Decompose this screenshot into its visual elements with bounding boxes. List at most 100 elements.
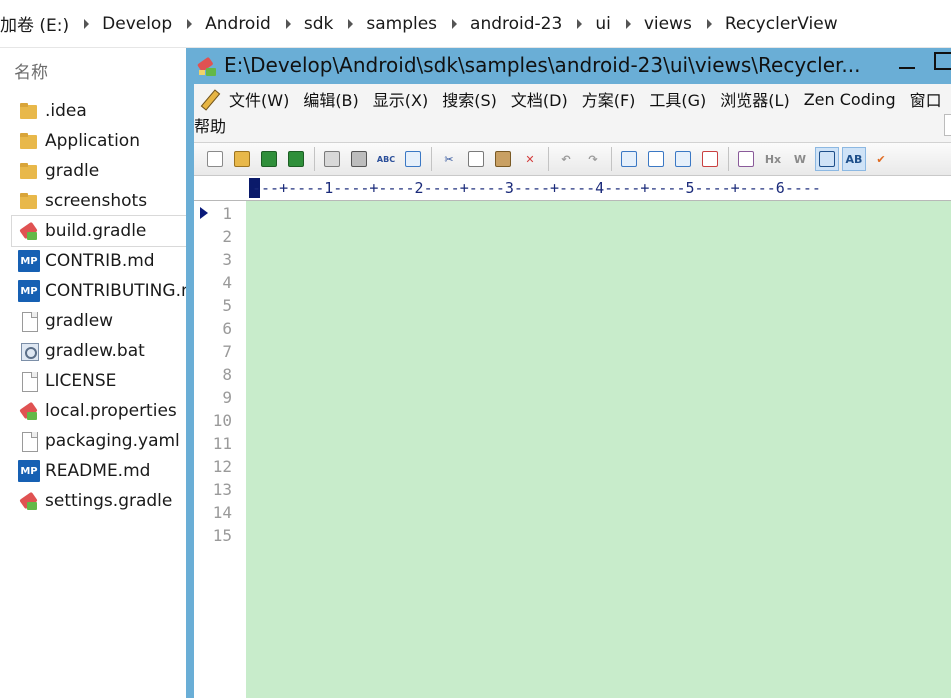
breadcrumb-chevron-icon[interactable] [348, 18, 354, 29]
editplus-app-icon [197, 57, 216, 76]
open-folder-icon[interactable] [231, 148, 253, 170]
file-name: gradlew.bat [45, 341, 145, 361]
save-all-glyph [288, 151, 304, 167]
paste-icon[interactable] [492, 148, 514, 170]
file-row[interactable]: build.gradle [11, 215, 186, 247]
file-row[interactable]: Application [12, 126, 186, 156]
breadcrumb-item-label: sdk [303, 13, 334, 34]
goto-line-icon[interactable] [699, 148, 721, 170]
menu-item[interactable]: 编辑(B) [296, 87, 365, 111]
paste-glyph [495, 151, 511, 167]
file-row[interactable]: packaging.yaml [12, 426, 186, 456]
breadcrumb-chevron-icon[interactable] [625, 18, 631, 29]
maximize-button[interactable] [934, 52, 951, 70]
line-number: 2 [222, 227, 232, 246]
menu-item[interactable]: 工具(G) [642, 87, 713, 111]
breadcrumb-chevron-icon[interactable] [706, 18, 712, 29]
copy-icon[interactable] [465, 148, 487, 170]
column-header-name[interactable]: 名称 [14, 58, 48, 83]
delete-icon[interactable]: ✕ [519, 148, 541, 170]
minimize-button[interactable] [897, 56, 917, 76]
file-row[interactable]: MP CONTRIB.md [12, 246, 186, 276]
menu-row-2: 帮助 [194, 113, 233, 137]
menu-item[interactable]: 搜索(S) [435, 87, 504, 111]
breadcrumb-item-label: android-23 [470, 13, 563, 34]
file-row[interactable]: settings.gradle [12, 486, 186, 516]
line-number: 11 [212, 434, 232, 453]
cut-icon[interactable]: ✂ [438, 148, 460, 170]
save-all-icon[interactable] [285, 148, 307, 170]
menu-item[interactable]: 文档(D) [504, 87, 575, 111]
line-number: 13 [212, 480, 232, 499]
menu-item[interactable]: Zen Coding [797, 90, 903, 109]
breadcrumb-item[interactable]: Android [205, 0, 271, 47]
file-row[interactable]: LICENSE [12, 366, 186, 396]
menu-item[interactable]: 显示(X) [366, 87, 435, 111]
file-row[interactable]: gradlew.bat [12, 336, 186, 366]
font-size-glyph [738, 151, 754, 167]
line-number-gutter[interactable]: 1 2 3 4 5 6 7 8 9 10 11 12 13 14 15 [194, 201, 246, 698]
word-wrap-icon[interactable]: W [789, 148, 811, 170]
breadcrumb-item[interactable]: android-23 [470, 0, 563, 47]
file-name: settings.gradle [45, 491, 173, 511]
menu-item[interactable]: 文件(W) [222, 87, 296, 111]
new-file-icon[interactable] [204, 148, 226, 170]
find-glyph [621, 151, 637, 167]
file-row[interactable]: .idea [12, 96, 186, 126]
breadcrumb-item-label: samples [366, 13, 438, 34]
toolbar-search-box[interactable] [944, 114, 951, 136]
file-row[interactable]: local.properties [12, 396, 186, 426]
breadcrumb-chevron-icon[interactable] [285, 18, 291, 29]
breadcrumb-item-label: RecyclerView [724, 13, 838, 34]
breadcrumb-item[interactable]: 加卷 (E:) [0, 0, 69, 47]
menu-item[interactable]: 浏览器(L) [713, 87, 796, 111]
text-editing-area[interactable] [246, 201, 951, 698]
new-file-glyph [207, 151, 223, 167]
indent-glyph [819, 151, 835, 167]
menu-item[interactable]: 窗口 [903, 87, 949, 111]
file-row[interactable]: screenshots [12, 186, 186, 216]
hex-view-icon[interactable]: Hx [762, 148, 784, 170]
breadcrumb-item[interactable]: Develop [102, 0, 172, 47]
breadcrumb-chevron-icon[interactable] [84, 18, 90, 29]
line-number: 5 [222, 296, 232, 315]
menu-item[interactable]: 方案(F) [575, 87, 643, 111]
editplus-file-icon [18, 220, 40, 242]
find-icon[interactable] [618, 148, 640, 170]
indent-icon[interactable] [815, 147, 839, 171]
column-select-icon[interactable]: AB [842, 147, 866, 171]
menu-item[interactable]: 帮助 [194, 113, 233, 137]
print-preview-icon[interactable] [321, 148, 343, 170]
breadcrumb-chevron-icon[interactable] [187, 18, 193, 29]
breadcrumb-chevron-icon[interactable] [577, 18, 583, 29]
file-row[interactable]: gradlew [12, 306, 186, 336]
breadcrumb-item[interactable]: sdk [303, 0, 334, 47]
replace-icon[interactable] [645, 148, 667, 170]
file-row[interactable]: MPCONTRIBUTING.md [12, 276, 186, 306]
find-in-files-icon[interactable] [672, 148, 694, 170]
file-row[interactable]: gradle [12, 156, 186, 186]
file-row[interactable]: MP README.md [12, 456, 186, 486]
breadcrumb-chevron-icon[interactable] [452, 18, 458, 29]
folder-icon [18, 130, 40, 152]
file-name: Application [45, 131, 140, 151]
undo-icon[interactable]: ↶ [555, 148, 577, 170]
font-size-icon[interactable] [735, 148, 757, 170]
markdown-file-icon: MP [18, 460, 40, 482]
editplus-file-icon [18, 400, 40, 422]
title-bar[interactable]: E:\Develop\Android\sdk\samples\android-2… [186, 48, 951, 84]
breadcrumb-item[interactable]: RecyclerView [724, 0, 838, 47]
batch-file-icon [18, 340, 40, 362]
toolbar-separator [548, 147, 549, 171]
redo-icon[interactable]: ↷ [582, 148, 604, 170]
breadcrumb-item[interactable]: ui [595, 0, 611, 47]
breadcrumb-item[interactable]: views [644, 0, 692, 47]
save-icon[interactable] [258, 148, 280, 170]
spell-check-icon[interactable]: ABC [375, 148, 397, 170]
print-icon[interactable] [348, 148, 370, 170]
line-number: 4 [222, 273, 232, 292]
browser-preview-icon[interactable] [402, 148, 424, 170]
check-icon[interactable]: ✔ [870, 148, 892, 170]
breadcrumb-item[interactable]: samples [366, 0, 438, 47]
file-name: CONTRIBUTING.md [45, 281, 186, 301]
